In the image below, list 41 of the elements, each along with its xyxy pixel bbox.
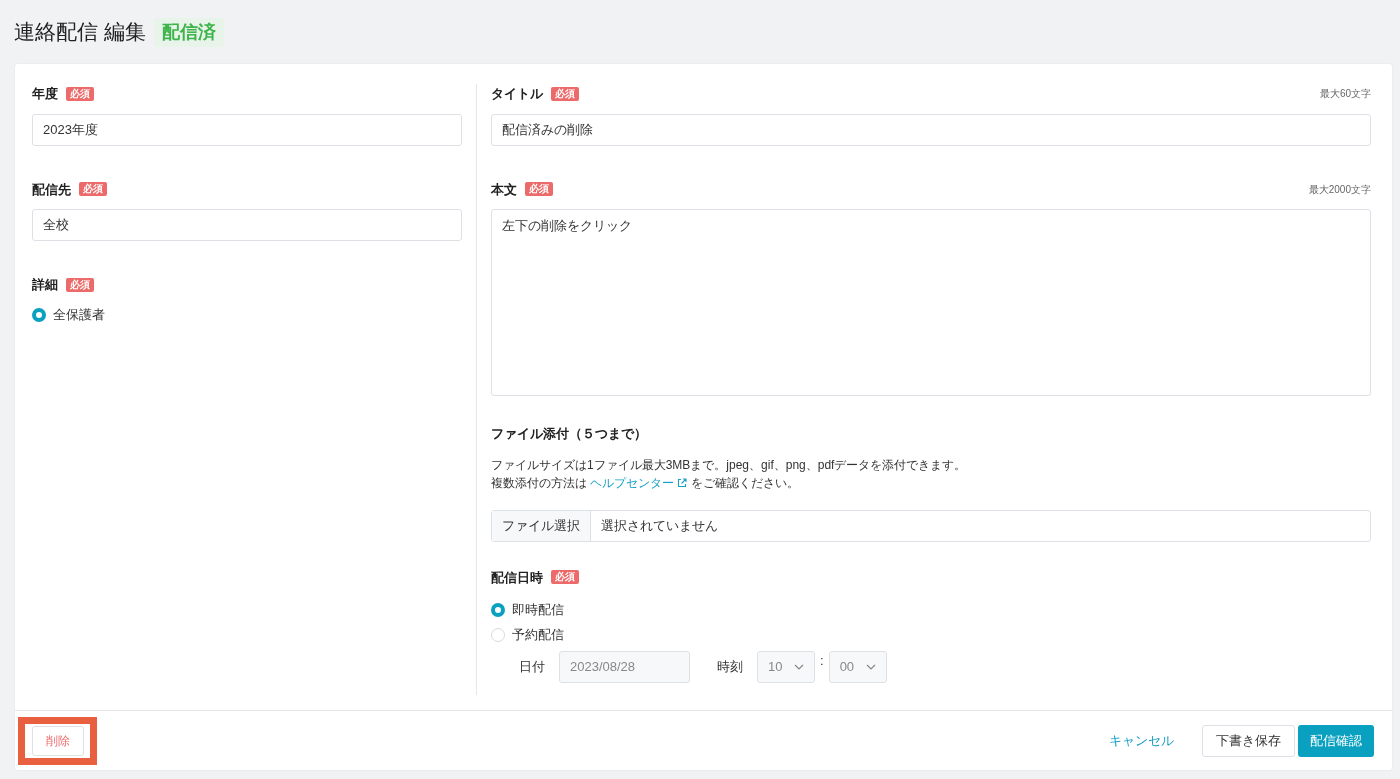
status-badge: 配信済 — [153, 17, 224, 47]
title-input[interactable]: 配信済みの削除 — [491, 113, 1371, 146]
help-center-link[interactable]: ヘルプセンター — [590, 473, 688, 492]
radio-label: 全保護者 — [53, 306, 105, 325]
field-label: 詳細 — [32, 276, 58, 294]
section-heading: ファイル添付（５つまで） — [491, 425, 648, 443]
field-label: 配信日時 — [491, 568, 543, 587]
save-draft-button[interactable]: 下書き保存 — [1202, 724, 1295, 757]
time-separator: : — [820, 652, 824, 670]
required-badge: 必須 — [551, 86, 579, 101]
chevron-down-icon — [794, 664, 804, 670]
help-text: 複数添付の方法は ヘルプセンター をご確認ください。 — [491, 473, 800, 492]
input-field[interactable]: 2023年度 — [32, 113, 462, 146]
attachment-note: ファイルサイズは1ファイル最大3MBまで。jpeg、gif、png、pdfデータを添付できます。 — [491, 456, 968, 474]
chevron-down-icon — [865, 664, 876, 670]
body-textarea[interactable]: 左下の削除をクリック — [491, 209, 1371, 396]
confirm-button[interactable]: 配信確認 — [1298, 724, 1374, 757]
field-label: 年度 — [32, 85, 58, 103]
radio-label: 予約配信 — [512, 625, 564, 644]
cancel-button[interactable]: キャンセル — [1099, 724, 1184, 757]
char-limit: 最大60文字 — [1319, 87, 1371, 102]
char-limit: 最大2000文字 — [1308, 182, 1371, 197]
file-status: 選択されていません — [600, 516, 719, 535]
required-badge: 必須 — [525, 182, 553, 197]
delete-button[interactable]: 削除 — [32, 725, 84, 756]
external-link-icon — [677, 477, 688, 488]
input-field[interactable]: 全校 — [32, 209, 462, 241]
required-badge: 必須 — [66, 86, 94, 101]
radio-button[interactable] — [32, 308, 46, 322]
field-label: タイトル — [491, 85, 543, 103]
file-select-label: ファイル選択 — [492, 510, 591, 541]
time-label: 時刻 — [717, 658, 743, 677]
required-badge: 必須 — [79, 182, 107, 197]
date-label: 日付 — [519, 658, 545, 677]
file-picker[interactable]: ファイル選択 選択されていません — [491, 509, 1371, 542]
field-label: 配信先 — [32, 180, 71, 199]
page-title: 連絡配信 編集 — [14, 19, 146, 46]
radio-label: 即時配信 — [512, 600, 564, 619]
required-badge: 必須 — [66, 277, 94, 292]
required-badge: 必須 — [551, 570, 579, 585]
field-label: 本文 — [491, 180, 517, 199]
